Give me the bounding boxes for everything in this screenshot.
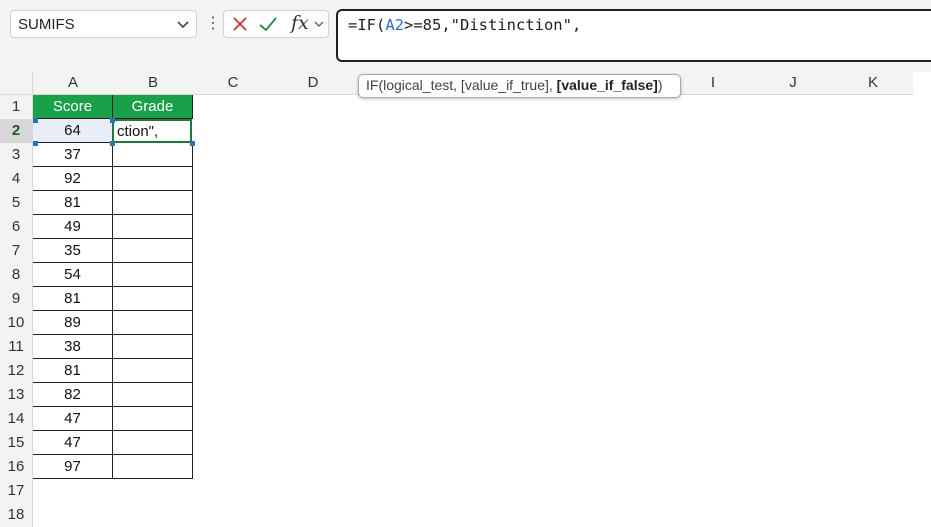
row-header-2[interactable]: 2 <box>0 119 33 143</box>
grade-cell[interactable] <box>113 359 193 383</box>
chevron-down-icon[interactable] <box>176 17 190 36</box>
row-header-7[interactable]: 7 <box>0 239 33 263</box>
row-header-10[interactable]: 10 <box>0 311 33 335</box>
column-header-d[interactable]: D <box>273 72 353 95</box>
score-cell[interactable]: 38 <box>33 335 113 359</box>
score-cell[interactable]: 47 <box>33 431 113 455</box>
formula-cell-reference: A2 <box>385 16 404 34</box>
row-header-18[interactable]: 18 <box>0 503 33 527</box>
row-header-17[interactable]: 17 <box>0 479 33 503</box>
score-cell[interactable]: 82 <box>33 383 113 407</box>
score-cell[interactable]: 49 <box>33 215 113 239</box>
reference-handle[interactable] <box>190 141 195 146</box>
grade-cell[interactable] <box>113 335 193 359</box>
formula-text: =IF(A2>=85,"Distinction", <box>348 16 581 34</box>
reference-handle[interactable] <box>33 141 38 146</box>
row-header-4[interactable]: 4 <box>0 167 33 191</box>
row-header-15[interactable]: 15 <box>0 431 33 455</box>
grade-cell[interactable] <box>113 383 193 407</box>
function-signature-tooltip: IF(logical_test, [value_if_true], [value… <box>358 74 681 98</box>
grade-cell[interactable] <box>113 311 193 335</box>
score-cell[interactable]: 97 <box>33 455 113 479</box>
grade-cell[interactable] <box>113 287 193 311</box>
row-header-5[interactable]: 5 <box>0 191 33 215</box>
score-cell[interactable]: 92 <box>33 167 113 191</box>
column-header-c[interactable]: C <box>193 72 273 95</box>
grade-cell[interactable] <box>113 239 193 263</box>
reference-handle[interactable] <box>33 118 38 123</box>
reference-handle[interactable] <box>110 141 115 146</box>
row-header-6[interactable]: 6 <box>0 215 33 239</box>
column-header-k[interactable]: K <box>833 72 913 95</box>
row-header-1[interactable]: 1 <box>0 95 33 119</box>
row-header-8[interactable]: 8 <box>0 263 33 287</box>
score-cell[interactable]: 35 <box>33 239 113 263</box>
insert-function-icon[interactable]: fx <box>291 12 309 34</box>
grade-cell[interactable] <box>113 215 193 239</box>
grade-cell[interactable] <box>113 263 193 287</box>
score-cell[interactable]: 37 <box>33 143 113 167</box>
formula-bar[interactable]: =IF(A2>=85,"Distinction", <box>336 9 931 62</box>
formula-prefix: =IF( <box>348 16 386 34</box>
column-header-b[interactable]: B <box>113 72 193 95</box>
row-header-9[interactable]: 9 <box>0 287 33 311</box>
tooltip-args: IF(logical_test, [value_if_true], <box>366 77 557 93</box>
row-header-16[interactable]: 16 <box>0 455 33 479</box>
name-box-value: SUMIFS <box>18 16 75 33</box>
active-grade-cell[interactable]: ction", <box>112 119 192 143</box>
score-cell[interactable]: 47 <box>33 407 113 431</box>
tooltip-active-arg: [value_if_false] <box>556 77 658 93</box>
score-cell[interactable]: 81 <box>33 191 113 215</box>
grade-cell[interactable] <box>113 407 193 431</box>
column-header-j[interactable]: J <box>753 72 833 95</box>
formula-toolbar: SUMIFS ⋮ fx =IF(A2>=85,"Distinction", <box>0 0 931 72</box>
score-cell[interactable]: 64 <box>33 119 113 143</box>
tooltip-close: ) <box>657 77 663 93</box>
select-all-corner[interactable] <box>0 72 33 95</box>
row-header-14[interactable]: 14 <box>0 407 33 431</box>
row-header-12[interactable]: 12 <box>0 359 33 383</box>
grade-cell[interactable] <box>113 455 193 479</box>
enter-check-icon[interactable] <box>257 14 279 39</box>
grade-cell[interactable] <box>113 143 193 167</box>
more-options-icon[interactable]: ⋮ <box>205 13 221 35</box>
score-cell[interactable]: 81 <box>33 287 113 311</box>
grade-cell[interactable] <box>113 167 193 191</box>
reference-handle[interactable] <box>110 118 115 123</box>
grade-cell[interactable] <box>113 191 193 215</box>
row-header-11[interactable]: 11 <box>0 335 33 359</box>
table-header-cell[interactable]: Grade <box>113 95 193 119</box>
chevron-down-icon[interactable] <box>313 17 325 35</box>
grade-cell[interactable] <box>113 431 193 455</box>
score-cell[interactable]: 81 <box>33 359 113 383</box>
formula-actions: fx <box>223 10 329 38</box>
row-header-13[interactable]: 13 <box>0 383 33 407</box>
row-header-3[interactable]: 3 <box>0 143 33 167</box>
table-header-cell[interactable]: Score <box>33 95 113 119</box>
cancel-icon[interactable] <box>230 14 250 39</box>
column-header-i[interactable]: I <box>673 72 753 95</box>
name-box[interactable]: SUMIFS <box>10 10 197 38</box>
column-header-a[interactable]: A <box>33 72 113 95</box>
score-cell[interactable]: 89 <box>33 311 113 335</box>
formula-suffix: >=85,"Distinction", <box>404 16 582 34</box>
score-cell[interactable]: 54 <box>33 263 113 287</box>
